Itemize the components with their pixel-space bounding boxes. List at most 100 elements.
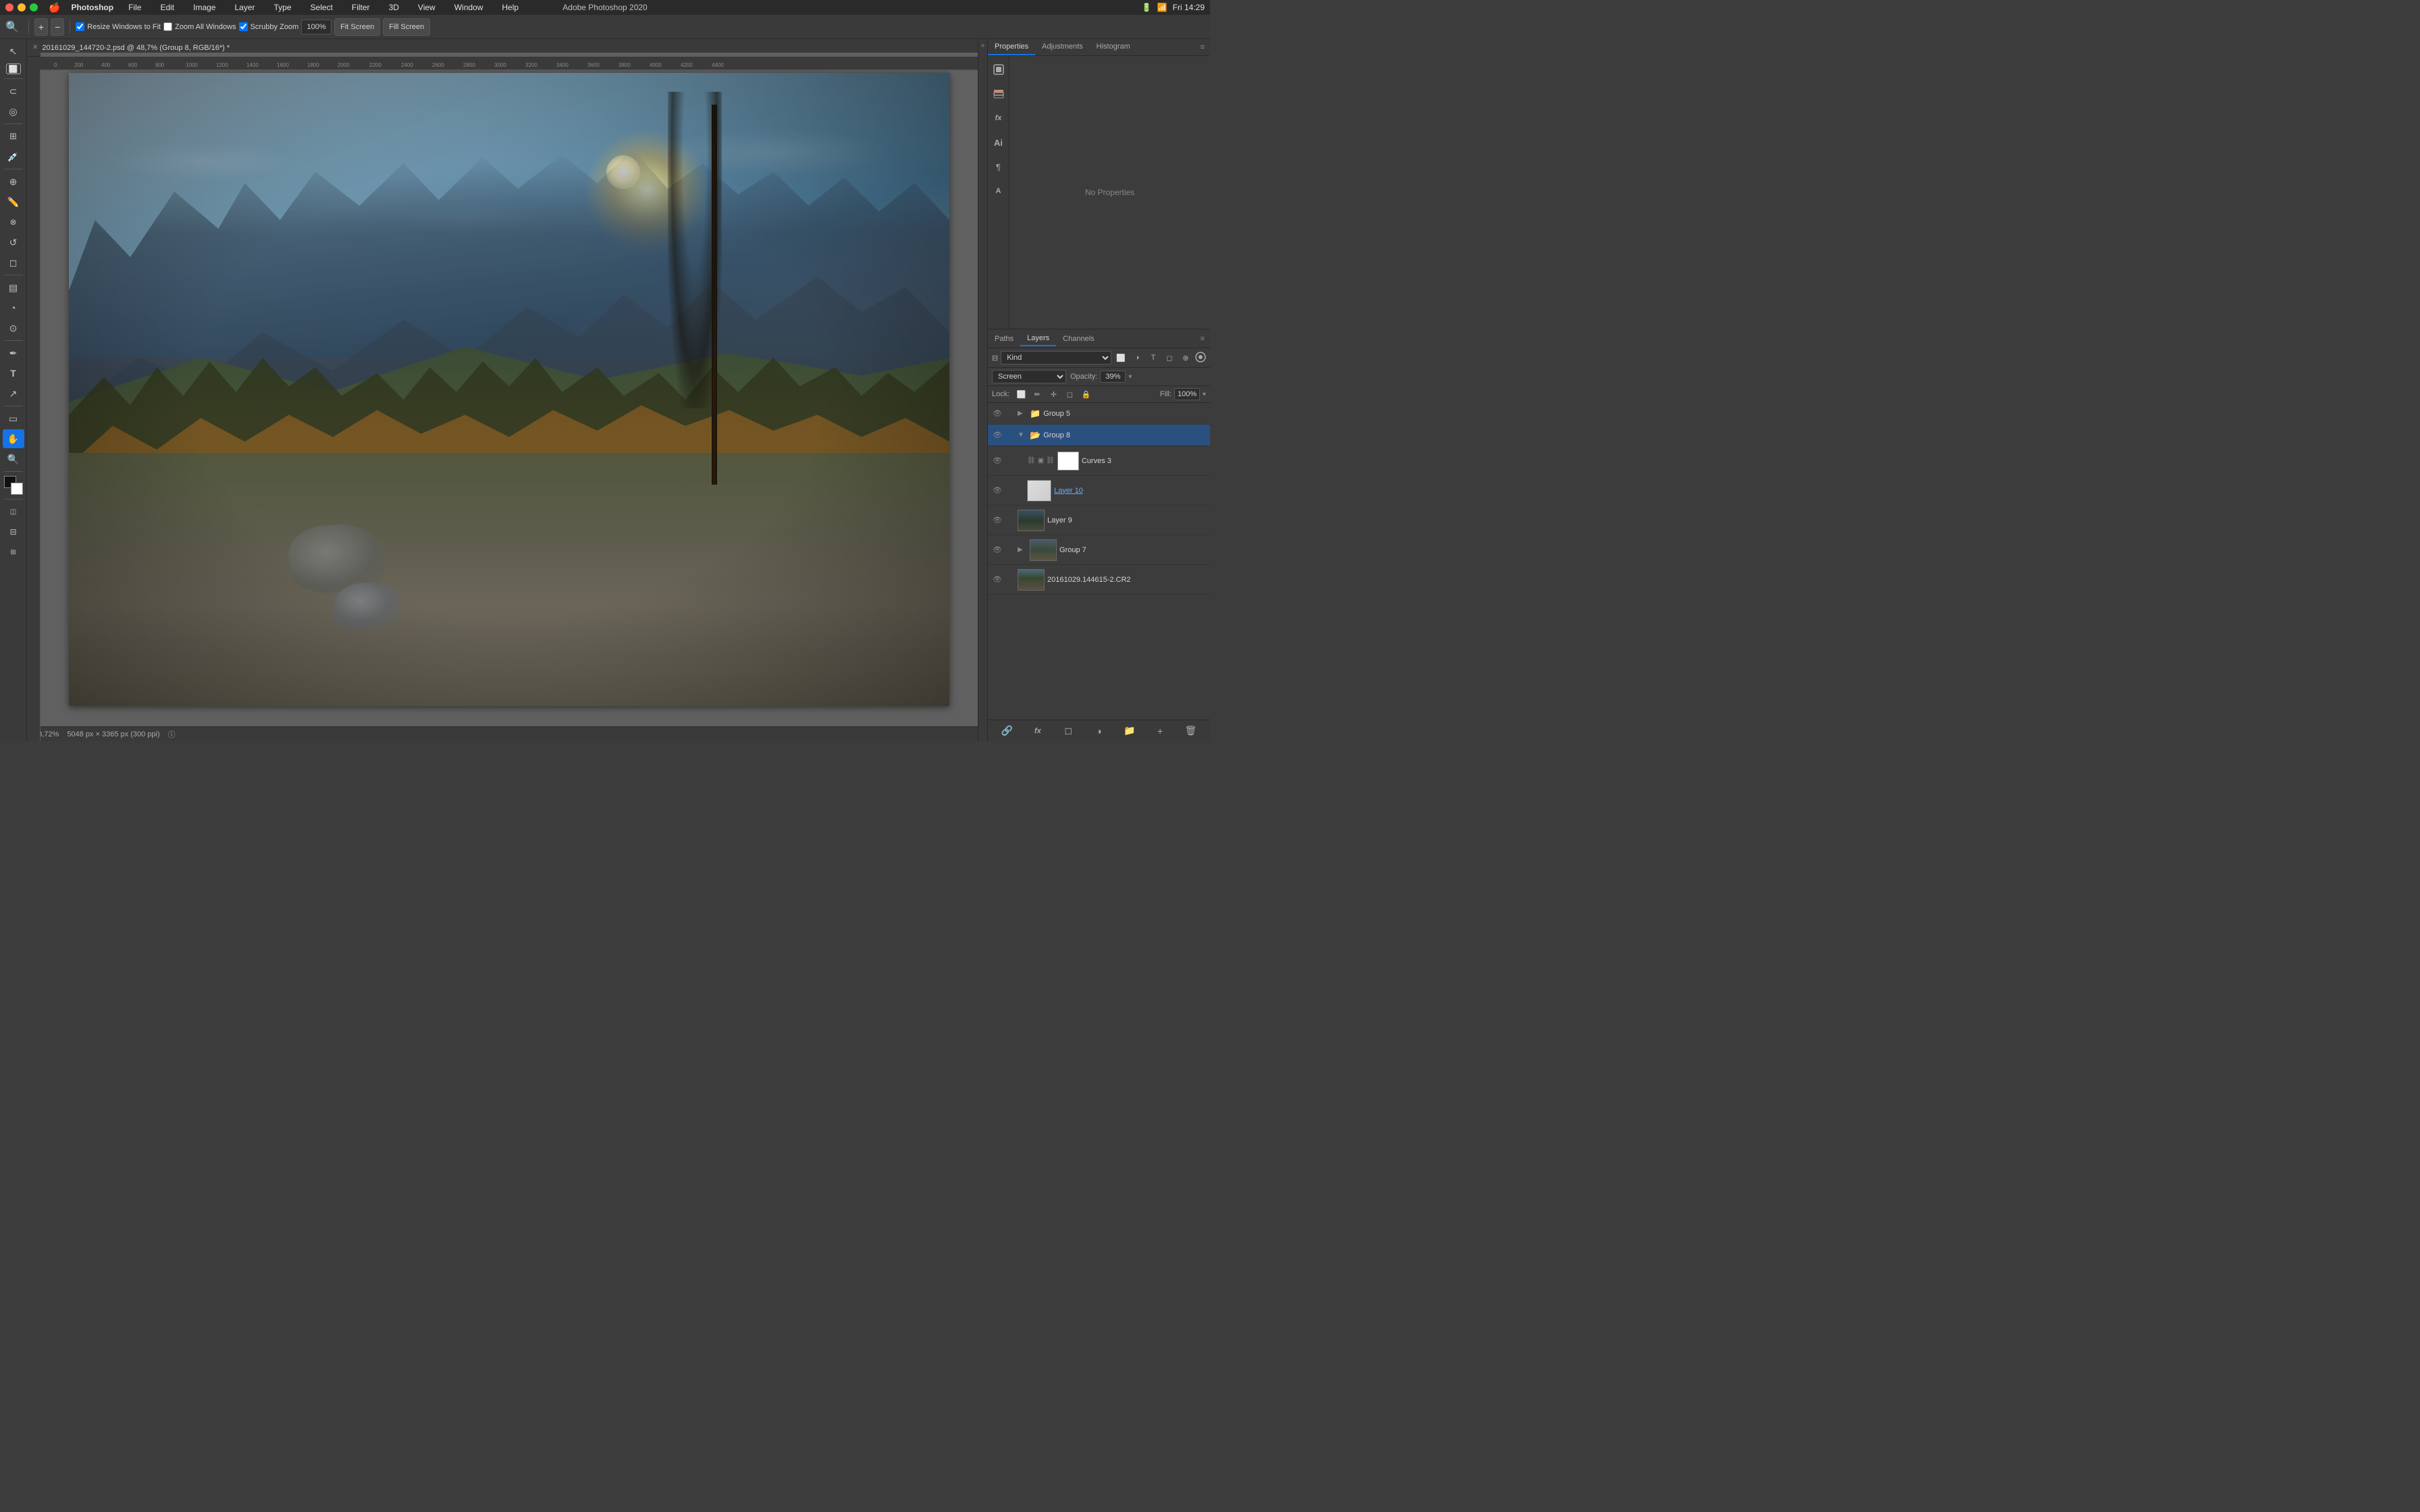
hand-tool[interactable]: ✋ <box>3 429 24 448</box>
fit-screen-button[interactable]: Fit Screen <box>334 18 380 36</box>
crop-tool[interactable]: ⊞ <box>3 127 24 146</box>
menu-filter[interactable]: Filter <box>348 1 374 14</box>
fx-icon[interactable]: fx <box>989 109 1008 128</box>
brush-tool[interactable]: ✏️ <box>3 192 24 211</box>
filter-shape-icon[interactable]: ◻ <box>1163 351 1176 364</box>
opacity-menu-icon[interactable]: ▾ <box>1128 373 1132 381</box>
channels-tab[interactable]: Channels <box>1056 332 1101 346</box>
lock-position-icon[interactable]: ✛ <box>1047 388 1059 400</box>
menu-window[interactable]: Window <box>450 1 488 14</box>
app-name[interactable]: Photoshop <box>71 3 113 12</box>
apple-icon[interactable]: 🍎 <box>49 2 60 14</box>
menu-help[interactable]: Help <box>498 1 523 14</box>
type-tool[interactable]: T <box>3 364 24 383</box>
cr2-visibility[interactable]: 👁 <box>992 574 1003 585</box>
filter-pixel-icon[interactable]: ⬜ <box>1114 351 1128 364</box>
zoom-in-button[interactable]: + <box>34 18 48 36</box>
kind-filter-select[interactable]: Kind <box>1001 351 1111 364</box>
curves3-visibility[interactable]: 👁 <box>992 456 1003 466</box>
menu-select[interactable]: Select <box>307 1 337 14</box>
clone-tool[interactable]: ⊗ <box>3 213 24 232</box>
paragraph-icon[interactable]: ¶ <box>989 157 1008 176</box>
group7-expand[interactable]: ▶ <box>1018 546 1027 554</box>
zoom-all-windows-checkbox-label[interactable]: Zoom All Windows <box>163 22 236 31</box>
layer-10[interactable]: 👁 Layer 10 <box>988 476 1210 506</box>
layer-icon[interactable] <box>989 84 1008 103</box>
zoom-tool[interactable]: 🔍 <box>3 450 24 468</box>
lock-transparent-icon[interactable]: ⬜ <box>1015 388 1027 400</box>
blend-mode-select[interactable]: Screen Normal Multiply Overlay <box>992 370 1066 383</box>
layer9-visibility[interactable]: 👁 <box>992 515 1003 526</box>
layer-9[interactable]: 👁 Layer 9 <box>988 506 1210 535</box>
lasso-tool[interactable]: ⊂ <box>3 82 24 101</box>
group5-expand[interactable]: ▶ <box>1018 410 1027 417</box>
layer-group5[interactable]: 👁 ▶ 📁 Group 5 <box>988 403 1210 425</box>
filter-smart-icon[interactable]: ⊕ <box>1179 351 1192 364</box>
document-canvas[interactable] <box>69 73 950 706</box>
opacity-input[interactable]: 39% <box>1100 371 1126 383</box>
group8-expand[interactable]: ▼ <box>1018 431 1027 439</box>
maximize-button[interactable] <box>30 3 38 11</box>
canvas-wrapper[interactable] <box>41 53 978 726</box>
paths-tab[interactable]: Paths <box>988 332 1020 346</box>
menu-file[interactable]: File <box>124 1 145 14</box>
fill-input[interactable]: 100% <box>1174 388 1200 400</box>
quick-mask-tool[interactable]: ◫ <box>3 502 24 521</box>
dodge-tool[interactable]: ⊙ <box>3 319 24 338</box>
layer-comp-icon[interactable] <box>989 60 1008 79</box>
filter-adjust-icon[interactable]: ◑ <box>1130 351 1144 364</box>
filter-type-icon[interactable]: T <box>1147 351 1160 364</box>
spot-heal-tool[interactable]: ⊕ <box>3 172 24 191</box>
menu-layer[interactable]: Layer <box>230 1 259 14</box>
group5-visibility[interactable]: 👁 <box>992 408 1003 419</box>
panel-menu-icon[interactable]: ≡ <box>1195 40 1210 54</box>
fill-menu-icon[interactable]: ▾ <box>1203 391 1206 398</box>
frame-tool[interactable]: ⊞ <box>3 543 24 562</box>
window-controls[interactable] <box>5 3 38 11</box>
layer-curves3[interactable]: 👁 ⛓ ▣ ⛓ Curves 3 <box>988 446 1210 476</box>
layers-tab[interactable]: Layers <box>1020 331 1056 346</box>
link-layers-button[interactable]: 🔗 <box>999 724 1016 738</box>
resize-windows-checkbox-label[interactable]: Resize Windows to Fit <box>76 22 161 31</box>
screen-mode-tool[interactable]: ⊟ <box>3 522 24 541</box>
lock-pixels-icon[interactable]: ✏ <box>1031 388 1043 400</box>
group7-visibility[interactable]: 👁 <box>992 545 1003 556</box>
fx-button[interactable]: fx <box>1030 724 1046 738</box>
adjustments-tab[interactable]: Adjustments <box>1035 39 1090 55</box>
menu-image[interactable]: Image <box>189 1 219 14</box>
history-brush-tool[interactable]: ↺ <box>3 233 24 252</box>
properties-tab[interactable]: Properties <box>988 39 1035 55</box>
new-layer-button[interactable]: + <box>1152 724 1168 738</box>
layer10-visibility[interactable]: 👁 <box>992 485 1003 496</box>
text-icon[interactable]: Ai <box>989 133 1008 152</box>
histogram-tab[interactable]: Histogram <box>1090 39 1137 55</box>
delete-layer-button[interactable]: 🗑 <box>1182 724 1199 738</box>
pen-tool[interactable]: ✒ <box>3 344 24 362</box>
scrubby-zoom-checkbox[interactable] <box>239 22 248 31</box>
zoom-all-windows-checkbox[interactable] <box>163 22 172 31</box>
quick-select-tool[interactable]: ◎ <box>3 102 24 121</box>
filter-toggle[interactable] <box>1195 352 1206 364</box>
menu-3d[interactable]: 3D <box>385 1 403 14</box>
layer-cr2[interactable]: 👁 20161029.144615-2.CR2 <box>988 565 1210 595</box>
close-button[interactable] <box>5 3 14 11</box>
new-fill-layer-button[interactable]: ◑ <box>1090 724 1107 738</box>
menu-edit[interactable]: Edit <box>156 1 178 14</box>
layers-panel-menu[interactable]: ≡ <box>1195 332 1210 346</box>
lock-all-icon[interactable]: 🔒 <box>1080 388 1092 400</box>
zoom-out-button[interactable]: − <box>51 18 64 36</box>
foreground-color[interactable] <box>3 476 24 495</box>
right-panel-toggle[interactable]: » <box>978 39 987 741</box>
fill-screen-button[interactable]: Fill Screen <box>383 18 430 36</box>
document-tab-label[interactable]: 20161029_144720-2.psd @ 48,7% (Group 8, … <box>42 44 230 52</box>
gradient-tool[interactable]: ▤ <box>3 278 24 297</box>
minimize-button[interactable] <box>18 3 26 11</box>
lock-artboard-icon[interactable]: ◻ <box>1063 388 1076 400</box>
move-tool[interactable]: ↖ <box>3 42 24 61</box>
eyedropper-tool[interactable]: 💉 <box>3 147 24 166</box>
menu-view[interactable]: View <box>414 1 440 14</box>
group8-visibility[interactable]: 👁 <box>992 430 1003 441</box>
resize-windows-checkbox[interactable] <box>76 22 84 31</box>
status-info-icon[interactable]: ⓘ <box>168 729 176 740</box>
add-mask-button[interactable]: ◻ <box>1060 724 1076 738</box>
